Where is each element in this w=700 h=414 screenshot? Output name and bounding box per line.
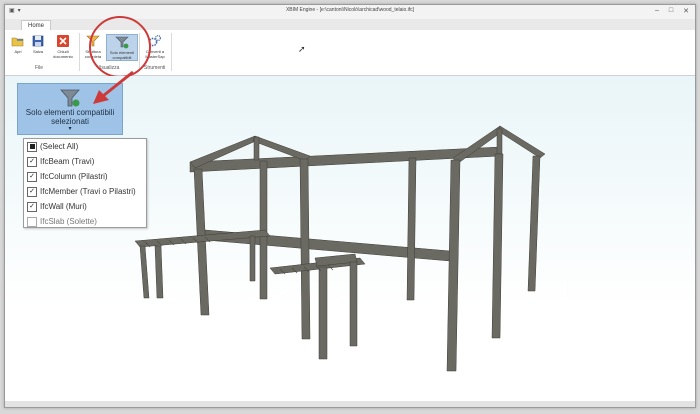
checkbox-checked-icon[interactable]: ✓ <box>27 201 37 212</box>
status-bar <box>5 401 695 407</box>
mouse-cursor-icon: ➚ <box>298 44 306 54</box>
checkbox-unchecked-icon[interactable] <box>27 216 37 227</box>
app-window: ▣ ▾ XBIM Engine - [e:\cantoni\Nicolò\arc… <box>4 4 696 408</box>
filter-option-select-all[interactable]: (Select All) <box>24 139 146 154</box>
maximize-icon[interactable]: □ <box>669 7 673 15</box>
save-button[interactable]: Salva <box>27 34 49 54</box>
filter-option-ifcslab[interactable]: IfcSlab (Solette) <box>24 214 146 229</box>
dropdown-label: Solo elementi compatibili selezionati <box>25 108 115 126</box>
folder-icon <box>11 37 24 47</box>
checkbox-checked-icon[interactable]: ✓ <box>27 156 37 167</box>
filter-option-ifcbeam[interactable]: ✓ IfcBeam (Travi) <box>24 154 146 169</box>
close-window-icon[interactable]: ✕ <box>683 7 689 15</box>
highlight-circle <box>89 16 151 78</box>
group-separator <box>171 33 172 71</box>
chevron-down-icon: ▾ <box>68 126 72 132</box>
close-icon <box>57 35 69 47</box>
structure-frame <box>134 125 546 372</box>
annotation-arrow-icon <box>93 70 134 104</box>
funnel-icon <box>60 89 80 107</box>
minimize-icon[interactable]: – <box>655 7 659 15</box>
checkbox-checked-icon[interactable]: ✓ <box>27 171 37 182</box>
filter-option-ifccolumn[interactable]: ✓ IfcColumn (Pilastri) <box>24 169 146 184</box>
window-title: XBIM Engine - [e:\cantoni\Nicolò\archica… <box>285 7 415 13</box>
filter-menu: (Select All) ✓ IfcBeam (Travi) ✓ IfcColu… <box>23 138 147 228</box>
checkbox-checked-icon[interactable]: ✓ <box>27 186 37 197</box>
open-button[interactable]: Apri <box>7 34 29 54</box>
group-separator <box>79 33 80 71</box>
filter-option-ifcmember[interactable]: ✓ IfcMember (Travi o Pilastri) <box>24 184 146 199</box>
close-document-button[interactable]: Chiudi documento <box>50 34 76 59</box>
save-icon <box>32 35 44 47</box>
filter-option-ifcwall[interactable]: ✓ IfcWall (Muri) <box>24 199 146 214</box>
checkbox-indeterminate-icon[interactable] <box>27 141 37 152</box>
window-controls: – □ ✕ <box>655 7 689 15</box>
group-label-file: File <box>35 65 44 71</box>
